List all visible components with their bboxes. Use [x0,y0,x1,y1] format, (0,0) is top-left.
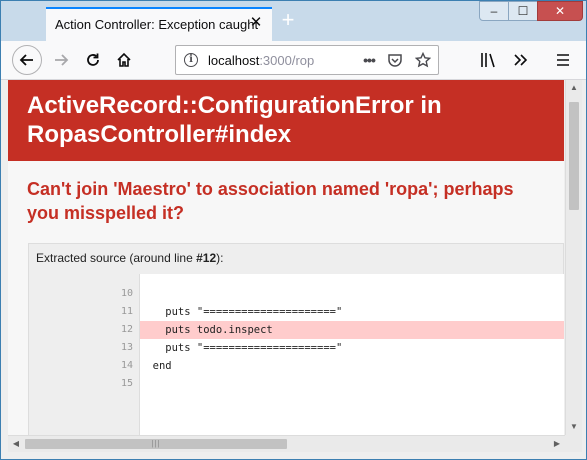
overflow-icon[interactable] [509,49,531,71]
code-line: puts "=====================" [140,342,343,354]
error-message: Can't join 'Maestro' to association name… [27,179,514,223]
vertical-scrollbar[interactable]: ▲ ▼ [565,80,582,435]
new-tab-icon[interactable]: + [278,9,298,33]
error-title: ActiveRecord::ConfigurationError in Ropa… [27,92,442,148]
line-number: 13 [120,342,133,353]
scrollbar-corner [565,435,582,452]
tab-strip: Action Controller: Exception caught ✕ + … [1,1,586,41]
back-icon[interactable] [12,45,42,75]
line-number: 11 [120,306,133,317]
scroll-down-icon[interactable]: ▼ [566,419,582,435]
error-body: Can't join 'Maestro' to association name… [8,161,564,435]
bookmark-star-icon[interactable] [413,50,433,70]
page-actions-icon[interactable]: ••• [359,50,379,70]
tab-title: Action Controller: Exception caught [55,17,259,32]
scroll-up-icon[interactable]: ▲ [566,80,582,96]
url-bar[interactable]: i localhost:3000/rop ••• [175,45,439,75]
pocket-icon[interactable] [385,50,405,70]
line-number-gutter: 10 11 12 13 14 15 [29,274,140,435]
code-area: 10 11 12 13 14 15 puts "================… [29,274,564,435]
tab-exception[interactable]: Action Controller: Exception caught ✕ [46,7,272,41]
horizontal-scroll-thumb[interactable]: ||| [25,439,287,449]
scroll-right-icon[interactable]: ▶ [549,436,565,452]
site-info-icon[interactable]: i [184,53,198,67]
code-line: puts "=====================" [140,306,343,318]
code-line-highlighted: puts todo.inspect [140,321,564,339]
maximize-button[interactable]: ☐ [508,1,538,21]
close-tab-icon[interactable]: ✕ [248,15,264,31]
home-icon[interactable] [109,45,139,75]
source-caption: Extracted source (around line #12): [36,251,224,265]
horizontal-scrollbar[interactable]: ◀ ||| ▶ [8,435,565,452]
line-number: 12 [120,324,133,335]
line-number: 10 [120,288,133,299]
vertical-scroll-thumb[interactable] [569,102,579,210]
scroll-left-icon[interactable]: ◀ [8,436,24,452]
menu-icon[interactable] [552,49,574,71]
browser-window: Action Controller: Exception caught ✕ + … [0,0,587,460]
minimize-button[interactable]: ‒ [479,1,509,21]
library-icon[interactable] [477,49,499,71]
extracted-source: Extracted source (around line #12): 10 1… [28,243,564,435]
reload-icon[interactable] [78,45,108,75]
url-text[interactable]: localhost:3000/rop [208,53,314,68]
line-number: 15 [120,378,133,389]
code-line: end [140,360,172,372]
page-viewport: ActiveRecord::ConfigurationError in Ropa… [8,80,564,435]
close-window-button[interactable]: ✕ [537,1,583,21]
nav-toolbar: i localhost:3000/rop ••• [1,41,586,80]
line-number: 14 [120,360,133,371]
forward-icon[interactable] [46,45,76,75]
error-header: ActiveRecord::ConfigurationError in Ropa… [8,80,564,161]
